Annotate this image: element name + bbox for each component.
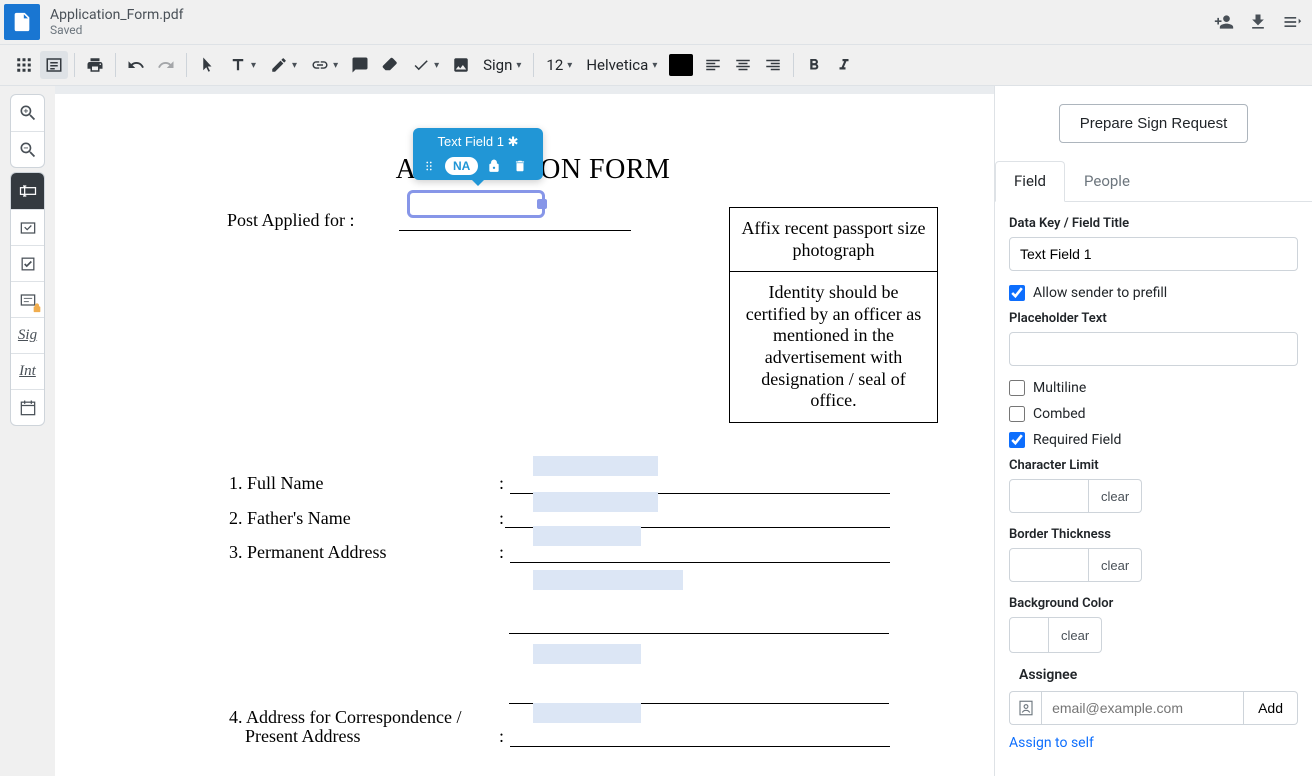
- menu-icon[interactable]: [1282, 12, 1302, 32]
- document-filename: Application_Form.pdf: [50, 7, 1214, 23]
- border-thickness-label: Border Thickness: [1009, 527, 1298, 542]
- bg-color-swatch[interactable]: [1009, 617, 1049, 653]
- erase-icon[interactable]: [376, 51, 404, 79]
- assignee-badge[interactable]: NA: [445, 157, 478, 175]
- document-view-icon[interactable]: [40, 51, 68, 79]
- char-limit-clear-button[interactable]: clear: [1089, 479, 1142, 513]
- zoom-out-icon[interactable]: [11, 131, 44, 167]
- font-family-dropdown[interactable]: Helvetica▾: [580, 51, 663, 79]
- placeholder-label: Placeholder Text: [1009, 311, 1298, 326]
- assignee-email-input[interactable]: [1041, 691, 1244, 725]
- prepare-sign-request-button[interactable]: Prepare Sign Request: [1059, 104, 1249, 143]
- required-checkbox[interactable]: Required Field: [1009, 432, 1298, 448]
- post-applied-label: Post Applied for :: [227, 210, 355, 231]
- image-icon[interactable]: [447, 51, 475, 79]
- app-logo: [4, 4, 40, 40]
- multiline-checkbox[interactable]: Multiline: [1009, 380, 1298, 396]
- field-placeholder[interactable]: [533, 644, 641, 664]
- char-limit-input[interactable]: [1009, 479, 1089, 513]
- popover-title: Text Field 1 ✱: [419, 132, 537, 152]
- placeholder-input[interactable]: [1009, 332, 1298, 366]
- bold-icon[interactable]: [800, 51, 828, 79]
- char-limit-label: Character Limit: [1009, 458, 1298, 473]
- color-swatch[interactable]: [669, 54, 693, 76]
- data-key-input[interactable]: [1009, 237, 1298, 271]
- locked-field-tool[interactable]: [11, 281, 44, 317]
- signature-tool[interactable]: Sig: [11, 317, 44, 353]
- tab-field[interactable]: Field: [995, 161, 1065, 202]
- redo-icon[interactable]: [152, 51, 180, 79]
- allow-prefill-checkbox[interactable]: Allow sender to prefill: [1009, 285, 1298, 301]
- bg-color-clear-button[interactable]: clear: [1049, 617, 1102, 653]
- field-placeholder[interactable]: [533, 703, 641, 723]
- data-key-label: Data Key / Field Title: [1009, 216, 1298, 231]
- document-status: Saved: [50, 23, 1214, 37]
- assign-to-self-link[interactable]: Assign to self: [1009, 735, 1094, 751]
- font-size-dropdown[interactable]: 12▾: [540, 51, 578, 79]
- field-placeholder[interactable]: [533, 570, 683, 590]
- field-popover: Text Field 1 ✱ NA: [413, 128, 543, 180]
- border-thickness-clear-button[interactable]: clear: [1089, 548, 1142, 582]
- tab-people[interactable]: People: [1065, 161, 1149, 201]
- properties-panel: Prepare Sign Request Field People Data K…: [994, 86, 1312, 776]
- undo-icon[interactable]: [122, 51, 150, 79]
- highlight-tool[interactable]: ▾: [264, 51, 303, 79]
- add-user-icon[interactable]: [1214, 12, 1234, 32]
- delete-icon[interactable]: [510, 156, 530, 176]
- photo-instructions-box: Affix recent passport size photograph Id…: [729, 207, 938, 423]
- document-canvas[interactable]: APPLICATION FORM Post Applied for : Text…: [55, 86, 994, 776]
- drag-handle-icon[interactable]: [419, 156, 439, 176]
- italic-icon[interactable]: [830, 51, 858, 79]
- bg-color-label: Background Color: [1009, 596, 1298, 611]
- align-left-icon[interactable]: [699, 51, 727, 79]
- text-field-tool[interactable]: [11, 173, 44, 209]
- comment-icon[interactable]: [346, 51, 374, 79]
- lock-icon[interactable]: [484, 156, 504, 176]
- date-tool[interactable]: [11, 389, 44, 425]
- left-toolbar: Sig Int: [0, 86, 55, 776]
- field-placeholder[interactable]: [533, 456, 658, 476]
- cursor-icon[interactable]: [193, 51, 221, 79]
- selected-text-field[interactable]: [407, 190, 545, 218]
- zoom-in-icon[interactable]: [11, 95, 44, 131]
- border-thickness-input[interactable]: [1009, 548, 1089, 582]
- download-icon[interactable]: [1248, 12, 1268, 32]
- sign-dropdown[interactable]: Sign▾: [477, 51, 527, 79]
- print-icon[interactable]: [81, 51, 109, 79]
- page: APPLICATION FORM Post Applied for : Text…: [55, 94, 994, 776]
- align-right-icon[interactable]: [759, 51, 787, 79]
- check-tool[interactable]: ▾: [406, 51, 445, 79]
- toolbar: ▾ ▾ ▾ ▾ Sign▾ 12▾ Helvetica▾: [0, 44, 1312, 86]
- select-field-tool[interactable]: [11, 209, 44, 245]
- thumbnails-icon[interactable]: [10, 51, 38, 79]
- align-center-icon[interactable]: [729, 51, 757, 79]
- assignee-label: Assignee: [1019, 667, 1298, 683]
- assignee-add-button[interactable]: Add: [1244, 691, 1298, 725]
- combed-checkbox[interactable]: Combed: [1009, 406, 1298, 422]
- initials-tool[interactable]: Int: [11, 353, 44, 389]
- header-bar: Application_Form.pdf Saved: [0, 0, 1312, 44]
- contact-icon: [1009, 691, 1041, 725]
- text-tool[interactable]: ▾: [223, 51, 262, 79]
- link-tool[interactable]: ▾: [305, 51, 344, 79]
- checkbox-tool[interactable]: [11, 245, 44, 281]
